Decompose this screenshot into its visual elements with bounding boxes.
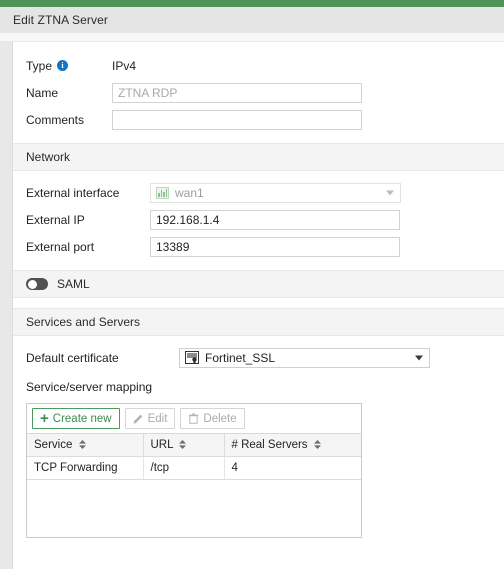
delete-button[interactable]: Delete: [180, 408, 245, 429]
create-new-label: Create new: [52, 412, 112, 425]
section-header-services: Services and Servers: [13, 308, 504, 336]
column-header-real-servers-label: # Real Servers: [231, 438, 308, 451]
field-row-external-interface: External interface wan1: [13, 179, 504, 206]
trash-icon: [189, 413, 199, 424]
field-row-name: Name: [13, 79, 504, 106]
titlebar-separator: [0, 33, 504, 41]
dialog-titlebar: Edit ZTNA Server: [0, 7, 504, 33]
saml-label: SAML: [57, 277, 90, 291]
field-row-comments: Comments: [13, 106, 504, 133]
mapping-table-toolbar: + Create new Edit Delete: [27, 404, 361, 434]
table-header-row: Service URL # Real Servers: [27, 434, 361, 457]
section-title-services: Services and Servers: [26, 315, 141, 329]
cell-service: TCP Forwarding: [27, 456, 144, 480]
field-row-external-port: External port: [13, 233, 504, 260]
saml-section: SAML: [13, 270, 504, 298]
sort-icon-real-servers: [313, 439, 321, 449]
table-row[interactable]: TCP Forwarding /tcp 4: [27, 456, 361, 480]
column-header-service-label: Service: [34, 438, 73, 451]
sort-icon-service: [78, 439, 86, 449]
external-ip-label: External IP: [26, 212, 85, 227]
edit-label: Edit: [147, 412, 168, 425]
section-header-network: Network: [13, 143, 504, 171]
default-certificate-select[interactable]: Fortinet_SSL: [179, 347, 430, 368]
edit-button[interactable]: Edit: [124, 408, 176, 429]
field-row-external-ip: External IP: [13, 206, 504, 233]
saml-toggle-knob: [27, 279, 37, 289]
name-input[interactable]: [112, 82, 362, 103]
chevron-down-icon-certificate: [415, 355, 423, 360]
comments-label: Comments: [26, 112, 85, 127]
external-interface-select[interactable]: wan1: [150, 182, 401, 203]
type-label: Type i: [26, 59, 112, 73]
type-value: IPv4: [112, 58, 137, 73]
create-new-button[interactable]: + Create new: [32, 408, 120, 429]
delete-label: Delete: [203, 412, 237, 425]
column-header-real-servers[interactable]: # Real Servers: [224, 434, 361, 457]
cell-real-servers: 4: [224, 456, 361, 480]
name-label: Name: [26, 85, 59, 100]
external-interface-value: wan1: [175, 185, 204, 200]
column-header-url[interactable]: URL: [143, 434, 225, 457]
column-header-service[interactable]: Service: [27, 434, 144, 457]
accent-bar: [0, 0, 504, 7]
column-header-url-label: URL: [150, 438, 174, 451]
default-certificate-value: Fortinet_SSL: [205, 350, 276, 365]
edit-ztna-server-dialog: Edit ZTNA Server Type i IPv4 Name Commen…: [0, 0, 504, 569]
comments-input[interactable]: [112, 109, 362, 130]
form-panel: Type i IPv4 Name Comments Network Extern…: [12, 41, 504, 569]
pencil-icon: [133, 414, 142, 424]
external-port-input[interactable]: [150, 236, 400, 257]
external-interface-label: External interface: [26, 185, 120, 200]
network-port-icon: [156, 186, 169, 199]
chevron-down-icon: [386, 190, 394, 195]
service-server-mapping-table-container: + Create new Edit Delete Service URL # R…: [26, 403, 362, 538]
certificate-icon: [185, 351, 199, 364]
saml-toggle[interactable]: [26, 278, 48, 290]
external-port-label: External port: [26, 239, 95, 254]
sort-icon-url: [179, 439, 187, 449]
service-server-mapping-table: Service URL # Real Servers TCP Forwardin…: [27, 434, 361, 480]
cell-url: /tcp: [143, 456, 225, 480]
plus-icon: +: [40, 409, 49, 427]
default-certificate-label: Default certificate: [26, 350, 119, 365]
table-empty-area: [27, 479, 361, 537]
service-server-mapping-label: Service/server mapping: [26, 380, 153, 394]
type-label-text: Type: [26, 58, 53, 73]
field-row-default-certificate: Default certificate Fortinet_SSL: [13, 344, 504, 371]
info-icon[interactable]: i: [57, 60, 69, 71]
section-title-network: Network: [26, 150, 71, 164]
field-row-type: Type i IPv4: [13, 52, 504, 79]
page-title: Edit ZTNA Server: [13, 13, 108, 27]
external-ip-input[interactable]: [150, 209, 400, 230]
